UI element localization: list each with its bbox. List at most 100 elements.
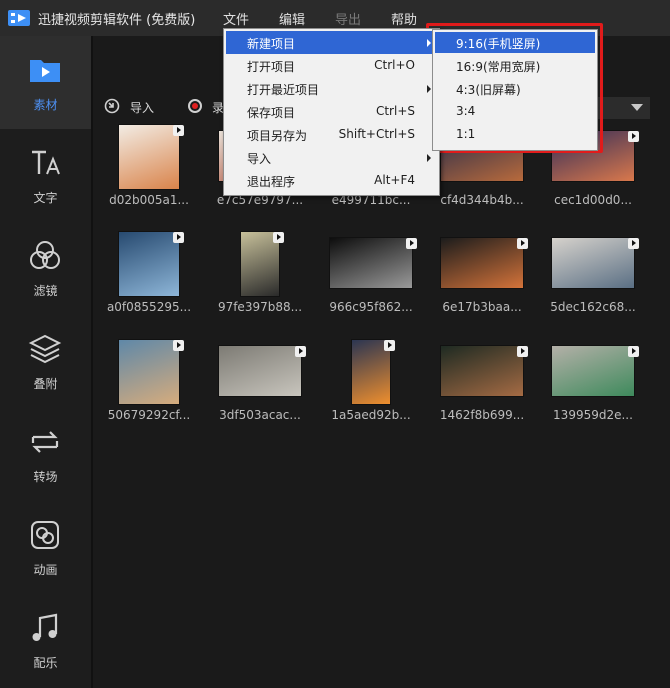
sidebar-item-text[interactable]: 文字 [0, 129, 91, 222]
play-icon[interactable] [295, 346, 306, 357]
media-thumbnail[interactable] [441, 238, 523, 288]
aspect-option-4-3[interactable]: 4:3(旧屏幕) [435, 78, 595, 99]
media-item[interactable]: 139959d2e... [538, 340, 648, 440]
option-label: 3:4 [456, 104, 476, 118]
aspect-option-1-1[interactable]: 1:1 [435, 124, 595, 145]
media-name: 1462f8b699... [439, 408, 525, 422]
music-icon [32, 613, 58, 641]
menu-edit[interactable]: 编辑 [279, 9, 305, 28]
play-icon[interactable] [517, 346, 528, 357]
sidebar-item-label: 叠附 [33, 377, 58, 391]
media-thumbnail[interactable] [119, 340, 179, 404]
menu-item-save-as[interactable]: 项目另存为 Shift+Ctrl+S [226, 123, 437, 146]
sidebar-item-material[interactable]: 素材 [0, 36, 91, 129]
menu-item-import[interactable]: 导入 [226, 146, 437, 169]
menu-item-label: 项目另存为 [247, 129, 308, 143]
menu-item-label: 退出程序 [247, 175, 296, 189]
media-name: 1a5aed92b... [331, 408, 411, 422]
media-item[interactable]: 1462f8b699... [427, 340, 537, 440]
sidebar-item-transition[interactable]: 转场 [0, 408, 91, 501]
text-icon [32, 150, 60, 175]
option-label: 1:1 [456, 127, 476, 141]
play-icon[interactable] [628, 131, 639, 142]
play-icon[interactable] [406, 238, 417, 249]
menu-item-label: 新建项目 [247, 37, 296, 51]
import-icon[interactable] [104, 98, 120, 114]
media-name: a0f0855295... [106, 300, 192, 314]
media-thumbnail[interactable] [119, 125, 179, 189]
media-item[interactable]: 1a5aed92b... [316, 340, 426, 440]
media-item[interactable]: 50679292cf... [94, 340, 204, 440]
new-project-submenu: 9:16(手机竖屏) 16:9(常用宽屏) 4:3(旧屏幕) 3:4 1:1 [432, 29, 598, 151]
transition-icon [31, 431, 59, 453]
option-label: 16:9(常用宽屏) [456, 60, 541, 74]
media-name: 5dec162c68... [550, 300, 636, 314]
media-item[interactable]: 966c95f862... [316, 232, 426, 332]
media-name: cec1d00d0... [554, 193, 632, 207]
media-thumbnail[interactable] [441, 346, 523, 396]
media-name: cf4d344b4b... [440, 193, 524, 207]
chevron-down-icon[interactable] [631, 104, 643, 111]
aspect-option-3-4[interactable]: 3:4 [435, 101, 595, 122]
menu-item-new-project[interactable]: 新建项目 [226, 31, 437, 54]
submenu-arrow-icon [427, 154, 431, 162]
play-icon[interactable] [173, 125, 184, 136]
menu-item-label: 打开最近项目 [247, 83, 320, 97]
media-item[interactable]: 97fe397b88... [205, 232, 315, 332]
submenu-arrow-icon [427, 39, 431, 47]
sidebar-item-music[interactable]: 配乐 [0, 594, 91, 687]
play-icon[interactable] [173, 340, 184, 351]
media-item[interactable]: 5dec162c68... [538, 232, 648, 332]
media-name: 139959d2e... [553, 408, 633, 422]
submenu-arrow-icon [427, 85, 431, 93]
record-icon[interactable] [188, 99, 202, 113]
sidebar-item-overlay[interactable]: 叠附 [0, 315, 91, 408]
media-item[interactable]: d02b005a1... [94, 125, 204, 225]
menu-item-label: 导入 [247, 152, 272, 166]
sidebar: 素材 文字 滤镜 叠附 转场 动画 配乐 [0, 36, 91, 688]
menu-export[interactable]: 导出 [335, 9, 361, 28]
aspect-option-9-16[interactable]: 9:16(手机竖屏) [435, 32, 595, 53]
menu-help[interactable]: 帮助 [391, 9, 417, 28]
sidebar-item-label: 滤镜 [33, 284, 58, 298]
menu-item-open-recent[interactable]: 打开最近项目 [226, 77, 437, 100]
media-thumbnail[interactable] [552, 346, 634, 396]
app-logo-icon [8, 10, 30, 26]
media-name: 6e17b3baa... [442, 300, 522, 314]
sidebar-item-animation[interactable]: 动画 [0, 501, 91, 594]
sidebar-item-label: 素材 [33, 98, 58, 112]
sidebar-item-filter[interactable]: 滤镜 [0, 222, 91, 315]
menu-item-exit[interactable]: 退出程序 Alt+F4 [226, 169, 437, 192]
play-icon[interactable] [173, 232, 184, 243]
media-name: 966c95f862... [329, 300, 413, 314]
menu-item-label: 保存项目 [247, 106, 296, 120]
animation-icon [31, 521, 59, 549]
play-icon[interactable] [384, 340, 395, 351]
menu-item-shortcut: Shift+Ctrl+S [338, 127, 415, 141]
menu-item-save-project[interactable]: 保存项目 Ctrl+S [226, 100, 437, 123]
menu-item-open-project[interactable]: 打开项目 Ctrl+O [226, 54, 437, 77]
aspect-option-16-9[interactable]: 16:9(常用宽屏) [435, 55, 595, 76]
play-icon[interactable] [273, 232, 284, 243]
media-item[interactable]: a0f0855295... [94, 232, 204, 332]
sidebar-item-label: 文字 [33, 191, 58, 205]
menu-item-shortcut: Ctrl+S [375, 104, 415, 118]
option-label: 9:16(手机竖屏) [456, 37, 541, 51]
play-icon[interactable] [628, 238, 639, 249]
media-name: 50679292cf... [107, 408, 191, 422]
media-item[interactable]: 6e17b3baa... [427, 232, 537, 332]
media-thumbnail[interactable] [119, 232, 179, 296]
play-icon[interactable] [517, 238, 528, 249]
media-thumbnail[interactable] [552, 238, 634, 288]
file-menu: 新建项目 打开项目 Ctrl+O 打开最近项目 保存项目 Ctrl+S 项目另存… [223, 28, 440, 196]
menu-file[interactable]: 文件 [223, 9, 249, 28]
import-button[interactable]: 导入 [130, 99, 154, 116]
media-thumbnail[interactable] [219, 346, 301, 396]
option-label: 4:3(旧屏幕) [456, 83, 521, 97]
menu-item-shortcut: Ctrl+O [374, 58, 415, 72]
media-name: d02b005a1... [109, 193, 189, 207]
sidebar-item-label: 动画 [33, 563, 58, 577]
play-icon[interactable] [628, 346, 639, 357]
media-thumbnail[interactable] [330, 238, 412, 288]
media-item[interactable]: 3df503acac... [205, 340, 315, 440]
